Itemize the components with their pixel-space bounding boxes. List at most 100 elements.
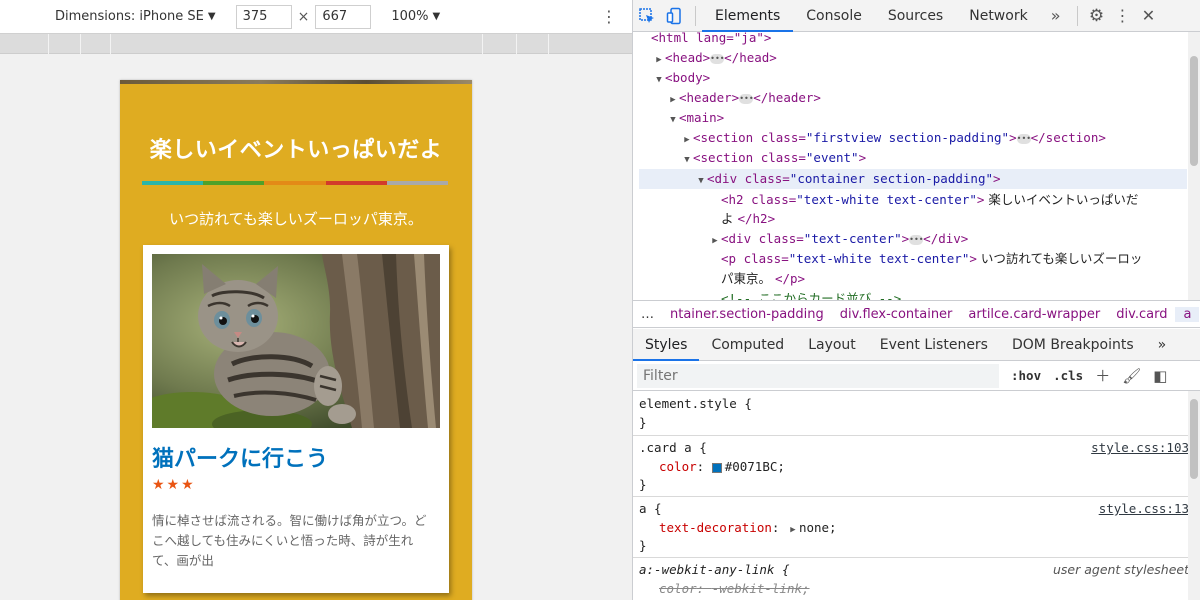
ellipsis-badge[interactable]: ••• [739, 93, 754, 104]
kitten-photo [152, 254, 440, 428]
dom-node-head[interactable]: ▶ <head>•••</head> [653, 48, 1200, 68]
zoom-dropdown[interactable]: 100% ▼ [391, 9, 440, 24]
styles-filter-bar: :hov .cls ＋ 🖌 ◧ [633, 361, 1200, 391]
dom-node-comment[interactable]: <!-- ここからカード並び --> [721, 289, 1200, 300]
event-card[interactable]: 猫パークに行こう ★★★ 情に棹させば流される。智に働けば角が立つ。どこへ越して… [143, 245, 449, 593]
color-format-brush-icon[interactable]: 🖌 [1122, 367, 1141, 385]
close-icon[interactable]: ✕ [1136, 6, 1162, 25]
expand-triangle-icon[interactable]: ▶ [653, 50, 665, 70]
rule-selector[interactable]: a { [639, 499, 662, 519]
ellipsis-badge[interactable]: ••• [909, 234, 924, 245]
rule-declaration-text-decoration[interactable]: text-decoration: ▶ none; [659, 518, 837, 538]
dimensions-dropdown[interactable]: Dimensions: iPhone SE ▼ [55, 9, 216, 24]
dom-node-section-firstview[interactable]: ▶ <section class="firstview section-paddi… [681, 128, 1200, 148]
tab-event-listeners[interactable]: Event Listeners [868, 329, 1000, 361]
ellipsis-badge[interactable]: ••• [1016, 133, 1031, 144]
width-input[interactable]: 375 [235, 4, 292, 29]
breadcrumb-item-card[interactable]: div.card [1108, 307, 1175, 322]
tab-network[interactable]: Network [956, 0, 1040, 32]
media-query-ruler[interactable] [0, 34, 632, 54]
card-title-link[interactable]: 猫パークに行こう [152, 441, 328, 473]
rule-source-label: user agent stylesheet [1052, 562, 1189, 577]
styles-subtabs: Styles Computed Layout Event Listeners D… [633, 329, 1200, 361]
collapse-triangle-icon[interactable]: ▼ [695, 171, 707, 191]
caret-down-icon: ▼ [207, 11, 216, 22]
color-divider-bar [142, 181, 449, 185]
new-style-rule-plus-icon[interactable]: ＋ [1095, 365, 1110, 386]
rule-declaration-color[interactable]: color: #0071BC; [659, 457, 785, 477]
styles-filter-input[interactable] [637, 363, 999, 388]
more-tabs-chevron-icon[interactable]: » [1041, 6, 1071, 25]
collapse-triangle-icon[interactable]: ▼ [681, 150, 693, 170]
devtools-pane: Elements Console Sources Network » ⚙ ⋮ ✕… [632, 0, 1200, 600]
tab-computed[interactable]: Computed [699, 329, 796, 361]
class-toggle-button[interactable]: .cls [1053, 368, 1083, 383]
device-toolbar-toggle-icon[interactable] [661, 0, 689, 32]
more-options-icon[interactable]: ⋮ [601, 7, 617, 26]
height-input[interactable]: 667 [315, 4, 372, 29]
breadcrumb-item-card-wrapper[interactable]: artilce.card-wrapper [960, 307, 1108, 322]
breadcrumb-item-flex-container[interactable]: div.flex-container [832, 307, 961, 322]
style-rule-element[interactable]: element.style { } [633, 391, 1189, 436]
style-rule-webkit-any-link[interactable]: a:-webkit-any-link { user agent styleshe… [633, 558, 1189, 600]
settings-gear-icon[interactable]: ⚙ [1084, 6, 1110, 26]
breadcrumb: … ntainer.section-padding div.flex-conta… [633, 300, 1200, 328]
dimensions-label: Dimensions: iPhone SE [55, 9, 204, 24]
dom-node-h2-continued[interactable]: よ </h2> [721, 209, 1200, 229]
rule-selector[interactable]: .card a { [639, 438, 707, 458]
rule-selector: a:-webkit-any-link { [639, 562, 790, 577]
dom-tree[interactable]: <html lang="ja"> ▶ <head>•••</head> ▼ <bod… [633, 32, 1200, 300]
breadcrumb-overflow-left[interactable]: … [633, 307, 662, 322]
dom-node-div-text-center[interactable]: ▶ <div class="text-center">•••</div> [709, 229, 1200, 249]
collapse-triangle-icon[interactable]: ▼ [653, 70, 665, 90]
rule-close-brace: } [639, 415, 647, 430]
tab-layout[interactable]: Layout [796, 329, 868, 361]
tab-sources[interactable]: Sources [875, 0, 956, 32]
style-rule-a[interactable]: a { style.css:13 text-decoration: ▶ none;… [633, 497, 1189, 558]
tab-elements[interactable]: Elements [702, 0, 794, 32]
dom-node-main[interactable]: ▼ <main> [667, 108, 1200, 128]
rule-selector[interactable]: element.style { [639, 394, 752, 414]
breadcrumb-item-a[interactable]: a [1175, 306, 1200, 322]
event-subtitle: いつ訪れても楽しいズーロッパ東京。 [169, 210, 423, 228]
hover-state-button[interactable]: :hov [1011, 368, 1041, 383]
device-viewport-pane: Dimensions: iPhone SE ▼ 375 × 667 100% ▼… [0, 0, 632, 600]
firstview-image-edge [120, 80, 472, 84]
expand-triangle-icon[interactable]: ▶ [667, 90, 679, 110]
tab-dom-breakpoints[interactable]: DOM Breakpoints [1000, 329, 1146, 361]
device-toolbar: Dimensions: iPhone SE ▼ 375 × 667 100% ▼… [0, 0, 632, 34]
collapse-triangle-icon[interactable]: ▼ [667, 110, 679, 130]
tab-styles[interactable]: Styles [633, 329, 700, 361]
dom-node-h2[interactable]: <h2 class="text-white text-center"> 楽しいイ… [721, 190, 1200, 210]
customize-menu-icon[interactable]: ⋮ [1110, 6, 1136, 25]
dom-node-div-container[interactable]: ▼ <div class="container section-padding"> [639, 169, 1187, 189]
tab-console[interactable]: Console [793, 0, 875, 32]
rule-close-brace: } [639, 477, 647, 492]
card-description: 情に棹させば流される。智に働けば角が立つ。どこへ越しても住みにくいと悟った時、詩… [152, 513, 427, 568]
dom-node-body[interactable]: ▼ <body> [653, 68, 1200, 88]
rule-source-link[interactable]: style.css:103 [1091, 438, 1189, 458]
expand-triangle-icon[interactable]: ▶ [709, 231, 721, 251]
devtools-main-toolbar: Elements Console Sources Network » ⚙ ⋮ ✕ [633, 0, 1200, 32]
ellipsis-badge[interactable]: ••• [710, 53, 725, 64]
dom-node-header[interactable]: ▶ <header>•••</header> [667, 88, 1200, 108]
rule-close-brace: } [639, 538, 647, 553]
expand-triangle-icon[interactable]: ▶ [787, 520, 799, 540]
breadcrumb-item-container[interactable]: ntainer.section-padding [662, 307, 832, 322]
styles-pane[interactable]: element.style { } .card a { style.css:10… [633, 391, 1189, 600]
dom-node-p[interactable]: <p class="text-white text-center"> いつ訪れて… [721, 249, 1200, 269]
styles-scrollbar[interactable] [1188, 391, 1200, 600]
dom-node-html[interactable]: <html lang="ja"> [651, 32, 1200, 48]
expand-triangle-icon[interactable]: ▶ [681, 130, 693, 150]
color-swatch[interactable] [711, 462, 722, 473]
rule-source-link[interactable]: style.css:13 [1099, 499, 1189, 519]
toggle-computed-sidebar-icon[interactable]: ◧ [1153, 367, 1167, 385]
dom-node-section-event[interactable]: ▼ <section class="event"> [681, 148, 1200, 168]
dom-node-p-continued[interactable]: パ東京。 </p> [721, 269, 1200, 289]
dom-tree-scrollbar[interactable] [1188, 32, 1200, 300]
event-title: 楽しいイベントいっぱいだよ [149, 138, 443, 163]
inspect-element-icon[interactable] [633, 0, 661, 32]
style-rule-card-a[interactable]: .card a { style.css:103 color: #0071BC; … [633, 436, 1189, 497]
card-rating-stars: ★★★ [152, 477, 196, 493]
more-subtabs-chevron-icon[interactable]: » [1146, 329, 1179, 361]
